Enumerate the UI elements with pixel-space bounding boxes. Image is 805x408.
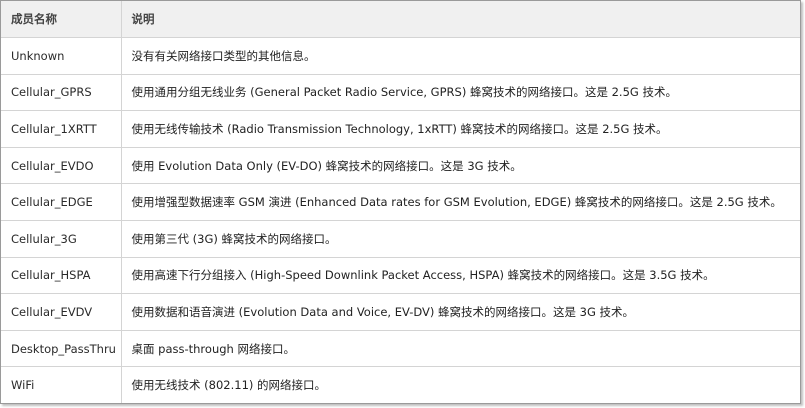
member-name: Unknown (1, 37, 122, 75)
table-body: Unknown 没有有关网络接口类型的其他信息。 Cellular_GPRS 使… (1, 37, 800, 403)
member-description: 使用通用分组无线业务 (General Packet Radio Service… (120, 73, 800, 112)
table-row: WiFi 使用无线技术 (802.11) 的网络接口。 (1, 366, 800, 403)
members-table: 成员名称 说明 Unknown 没有有关网络接口类型的其他信息。 Cellula… (1, 1, 800, 403)
member-name: WiFi (1, 366, 122, 403)
table-row: Desktop_PassThru 桌面 pass-through 网络接口。 (1, 329, 800, 368)
member-name: Cellular_3G (1, 219, 122, 258)
member-name: Cellular_EDGE (1, 183, 122, 221)
table-row: Cellular_HSPA 使用高速下行分组接入 (High-Speed Dow… (1, 256, 800, 295)
member-name: Cellular_GPRS (1, 73, 122, 112)
table-row: Cellular_EVDO 使用 Evolution Data Only (EV… (1, 146, 800, 185)
member-description: 使用数据和语音演进 (Evolution Data and Voice, EV-… (120, 293, 800, 331)
member-description: 使用无线传输技术 (Radio Transmission Technology,… (120, 110, 800, 148)
header-row: 成员名称 说明 (1, 1, 800, 38)
member-name: Cellular_HSPA (1, 256, 122, 295)
member-description: 使用第三代 (3G) 蜂窝技术的网络接口。 (120, 219, 800, 258)
member-description: 使用增强型数据速率 GSM 演进 (Enhanced Data rates fo… (120, 183, 800, 221)
header-member-name: 成员名称 (1, 1, 122, 38)
member-name: Desktop_PassThru (1, 329, 122, 368)
table-row: Unknown 没有有关网络接口类型的其他信息。 (1, 37, 800, 75)
member-description: 使用高速下行分组接入 (High-Speed Downlink Packet A… (120, 256, 800, 295)
table-row: Cellular_1XRTT 使用无线传输技术 (Radio Transmiss… (1, 110, 800, 148)
member-description: 没有有关网络接口类型的其他信息。 (120, 37, 800, 75)
table-row: Cellular_GPRS 使用通用分组无线业务 (General Packet… (1, 73, 800, 112)
table-row: Cellular_EDGE 使用增强型数据速率 GSM 演进 (Enhanced… (1, 183, 800, 221)
member-description: 桌面 pass-through 网络接口。 (120, 329, 800, 368)
header-description: 说明 (120, 1, 800, 38)
member-name: Cellular_EVDO (1, 146, 122, 185)
table-header: 成员名称 说明 (1, 1, 800, 38)
table-row: Cellular_3G 使用第三代 (3G) 蜂窝技术的网络接口。 (1, 219, 800, 258)
screenshot-frame: 成员名称 说明 Unknown 没有有关网络接口类型的其他信息。 Cellula… (0, 0, 801, 404)
table-row: Cellular_EVDV 使用数据和语音演进 (Evolution Data … (1, 293, 800, 331)
member-description: 使用无线技术 (802.11) 的网络接口。 (120, 366, 800, 403)
member-name: Cellular_EVDV (1, 293, 122, 331)
member-description: 使用 Evolution Data Only (EV-DO) 蜂窝技术的网络接口… (120, 146, 800, 185)
member-name: Cellular_1XRTT (1, 110, 122, 148)
